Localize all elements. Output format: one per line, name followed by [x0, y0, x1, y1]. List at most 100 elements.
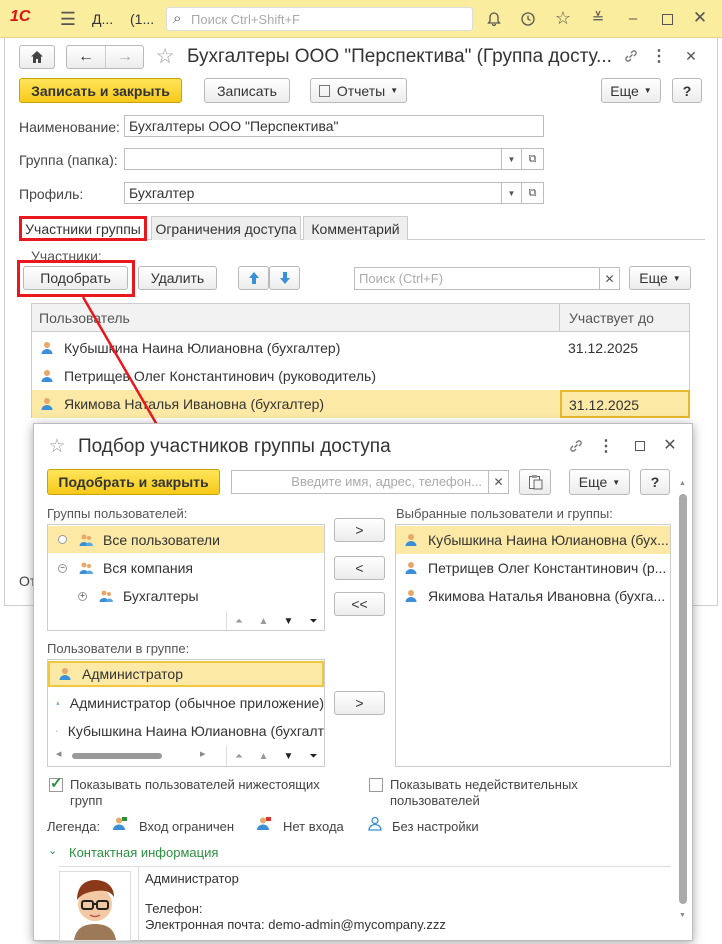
table-row[interactable]: Кубышкина Наина Юлиановна (бухгалтер) 31…	[32, 334, 689, 362]
legend-nosetup: Без настройки	[392, 819, 479, 834]
dialog-clear-search-icon[interactable]: ✕	[489, 470, 509, 494]
move-down-button[interactable]	[269, 266, 300, 290]
members-search-input[interactable]: Поиск (Ctrl+F)	[354, 267, 600, 290]
scroll-left-icon[interactable]: ◀	[56, 750, 61, 758]
clear-search-icon[interactable]: ✕	[600, 267, 620, 290]
profile-open-icon[interactable]: ⧉	[522, 182, 544, 204]
name-field[interactable]: Бухгалтеры ООО "Перспектива"	[124, 115, 544, 137]
contact-details: Администратор Телефон: Электронная почта…	[138, 867, 671, 941]
favorite-star-icon[interactable]: ☆	[153, 43, 177, 69]
group-field[interactable]	[124, 148, 502, 170]
first-icon[interactable]: ⏶	[226, 611, 251, 630]
menu-icon[interactable]: ☰	[58, 9, 78, 29]
list-item[interactable]: Петрищев Олег Константинович (р...	[396, 554, 670, 582]
list-item[interactable]: Якимова Наталья Ивановна (бухга...	[396, 582, 670, 610]
group-open-icon[interactable]: ⧉	[522, 148, 544, 170]
maximize-icon[interactable]	[657, 9, 677, 29]
more-vert-icon[interactable]: ⋮	[651, 46, 667, 66]
remove-selected-button[interactable]: <	[334, 556, 385, 580]
collapse-icon[interactable]: −	[58, 563, 67, 573]
more-button[interactable]: Еще ▼	[601, 78, 661, 103]
dialog-vertical-scrollbar[interactable]: ▲ ▼	[676, 480, 690, 926]
group-dropdown-icon[interactable]: ▼	[502, 148, 522, 170]
back-arrow-icon[interactable]: ←	[67, 46, 105, 68]
add-selected-button[interactable]: >	[334, 518, 385, 542]
table-row[interactable]: Якимова Наталья Ивановна (бухгалтер) 31.…	[32, 390, 690, 418]
show-invalid-checkbox[interactable]	[369, 778, 383, 792]
app-logo[interactable]: 1С	[10, 8, 30, 26]
dialog-close-icon[interactable]: ✕	[660, 435, 680, 455]
list-item[interactable]: Администратор	[48, 661, 324, 687]
first-icon[interactable]: ⏶	[226, 746, 251, 766]
pick-and-close-button[interactable]: Подобрать и закрыть	[47, 469, 220, 495]
profile-field[interactable]: Бухгалтер	[124, 182, 502, 204]
user-group-icon	[99, 590, 113, 602]
column-header-user[interactable]: Пользователь	[39, 310, 130, 326]
last-icon[interactable]: ⏷	[301, 746, 324, 766]
minimize-icon[interactable]: –	[623, 8, 643, 28]
column-header-until[interactable]: Участвует до	[569, 310, 654, 326]
tab-members[interactable]: Участники группы	[19, 216, 147, 241]
dialog-more-vert-icon[interactable]: ⋮	[598, 436, 614, 456]
delete-button[interactable]: Удалить	[138, 266, 217, 290]
dialog-link-icon[interactable]	[566, 436, 586, 456]
dialog-more-button[interactable]: Еще ▼	[569, 469, 630, 495]
next-icon[interactable]: ▼	[276, 746, 301, 766]
close-icon[interactable]: ✕	[690, 8, 710, 28]
settings-menu-icon[interactable]: ≚	[588, 8, 608, 28]
tree-node-company[interactable]: − Вся компания	[48, 554, 324, 582]
save-button[interactable]: Записать	[204, 78, 290, 103]
dialog-search-input[interactable]: Введите имя, адрес, телефон...	[231, 470, 489, 494]
table-row[interactable]: Петрищев Олег Константинович (руководите…	[32, 362, 689, 390]
scroll-thumb[interactable]	[679, 494, 687, 904]
scroll-right-icon[interactable]: ▶	[200, 750, 205, 758]
user-icon	[41, 370, 53, 382]
next-icon[interactable]: ▼	[276, 611, 301, 630]
show-sub-checkbox[interactable]: ✓	[49, 775, 63, 792]
global-search-input[interactable]: ⌕ Поиск Ctrl+Shift+F	[166, 7, 473, 31]
list-item[interactable]: Кубышкина Наина Юлиановна (бух...	[396, 526, 670, 554]
tab-comment[interactable]: Комментарий	[303, 216, 408, 240]
contact-toggle-icon[interactable]: ⌄	[48, 844, 57, 857]
profile-dropdown-icon[interactable]: ▼	[502, 182, 522, 204]
save-and-close-button[interactable]: Записать и закрыть	[19, 78, 182, 103]
dialog-star-icon[interactable]: ☆	[46, 434, 68, 458]
tab-restrictions[interactable]: Ограничения доступа	[151, 216, 301, 240]
forward-arrow-icon[interactable]: →	[106, 46, 144, 68]
tab-text[interactable]: Д...	[92, 11, 113, 27]
prev-icon[interactable]: ▲	[251, 746, 276, 766]
nav-group: ← →	[66, 45, 144, 69]
until-cell-selected[interactable]: 31.12.2025	[560, 390, 690, 418]
pick-button[interactable]: Подобрать	[23, 266, 128, 290]
window-close-icon[interactable]: ✕	[681, 46, 701, 66]
home-button[interactable]	[19, 45, 55, 69]
tree-node-all-users[interactable]: Все пользователи	[48, 526, 324, 553]
members-more-button[interactable]: Еще ▼	[629, 266, 691, 290]
remove-all-button[interactable]: <<	[334, 592, 385, 616]
dialog-help-button[interactable]: ?	[640, 469, 670, 495]
expand-icon[interactable]: +	[78, 591, 87, 601]
radio-empty-icon	[58, 535, 67, 544]
dialog-maximize-icon[interactable]	[630, 436, 650, 456]
horizontal-scrollbar[interactable]: ◀ ▶	[56, 748, 216, 764]
list-item[interactable]: Кубышкина Наина Юлиановна (бухгалт	[48, 717, 324, 745]
link-icon[interactable]	[621, 46, 641, 66]
clipboard-button[interactable]	[519, 469, 551, 495]
scroll-up-icon[interactable]: ▲	[679, 480, 686, 487]
list-item[interactable]: Администратор (обычное приложение)	[48, 689, 324, 717]
add-user-button[interactable]: >	[334, 691, 385, 715]
scroll-thumb[interactable]	[72, 753, 162, 759]
bell-icon[interactable]	[484, 9, 504, 29]
history-icon[interactable]	[518, 9, 538, 29]
reports-button[interactable]: Отчеты ▼	[310, 78, 407, 103]
contact-header[interactable]: Контактная информация	[69, 845, 218, 860]
help-button[interactable]: ?	[672, 78, 702, 103]
tree-node-accountants[interactable]: + Бухгалтеры	[48, 582, 324, 610]
restricted-entry-icon	[113, 817, 127, 830]
star-icon[interactable]: ☆	[553, 8, 573, 28]
last-icon[interactable]: ⏷	[301, 611, 324, 630]
prev-icon[interactable]: ▲	[251, 611, 276, 630]
scroll-down-icon[interactable]: ▼	[679, 912, 686, 919]
move-up-button[interactable]	[238, 266, 269, 290]
contact-phone: Телефон:	[145, 901, 203, 916]
